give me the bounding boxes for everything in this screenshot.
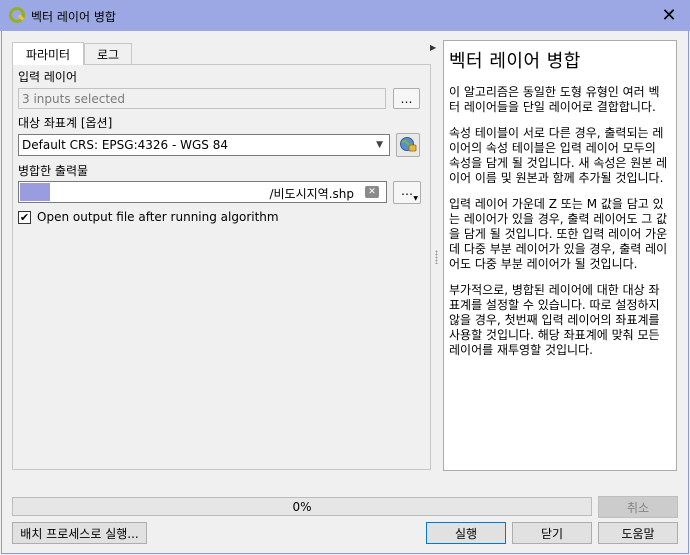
close-button-label: 닫기 [540,526,564,541]
help-title: 벡터 레이어 병합 [449,51,581,72]
run-button-label: 실행 [454,526,478,541]
help-button[interactable]: 도움말 [598,522,678,544]
help-button-label: 도움말 [621,526,655,541]
select-crs-button[interactable] [396,133,420,157]
output-label: 병합한 출력물 [18,164,89,178]
progress-text: 0% [292,499,312,514]
title-bar: 벡터 레이어 병합 ✕ [0,0,690,31]
chevron-down-icon: ▼ [413,195,418,202]
cancel-button[interactable]: 취소 [598,496,678,518]
crs-value: Default CRS: EPSG:4326 - WGS 84 [22,138,228,152]
crs-select[interactable]: Default CRS: EPSG:4326 - WGS 84 ▼ [18,134,390,156]
projection-globe-icon [399,135,417,156]
splitter-handle[interactable] [435,250,438,264]
help-paragraph: 이 알고리즘은 동일한 도형 유형인 여러 벡터 레이어들을 단일 레이어로 결… [449,85,660,114]
input-layers-field[interactable]: 3 inputs selected [18,88,386,109]
close-window-button[interactable]: ✕ [652,1,686,30]
output-path-value: /비도시지역.shp [269,187,354,201]
open-output-label: Open output file after running algorithm [37,210,279,224]
output-browse-button[interactable]: … ▼ [393,181,421,204]
ellipsis-icon: … [400,91,413,106]
close-button[interactable]: 닫기 [512,522,592,544]
input-layers-label: 입력 레이어 [18,70,78,84]
input-layers-value: 3 inputs selected [22,91,126,106]
help-panel: 벡터 레이어 병합 이 알고리즘은 동일한 도형 유형인 여러 벡터 레이어들을… [443,40,677,471]
batch-process-label: 배치 프로세스로 실행... [20,526,139,541]
tab-parameters-label: 파라미터 [25,47,71,62]
help-paragraph: 부가적으로, 병합된 레이어에 대한 대상 좌표계를 설정할 수 있습니다. 따… [449,283,660,357]
window-title: 벡터 레이어 병합 [31,10,116,24]
collapse-arrow-icon[interactable]: ▶ [430,43,436,52]
help-paragraph: 입력 레이어 가운데 Z 또는 M 값을 담고 있는 레이어가 있을 경우, 출… [449,197,668,271]
clear-text-icon[interactable]: ✕ [365,186,379,198]
help-paragraph: 속성 테이블이 서로 다른 경우, 출력되는 레이어의 속성 테이블은 입력 레… [449,126,668,185]
crs-label: 대상 좌표계 [옵션] [18,116,113,130]
tab-log[interactable]: 로그 [84,43,132,65]
output-path-field[interactable]: /비도시지역.shp ✕ [18,181,387,203]
qgis-logo-icon [9,7,26,24]
ellipsis-icon: … [401,183,413,198]
input-layers-browse-button[interactable]: … [393,88,420,109]
batch-process-button[interactable]: 배치 프로세스로 실행... [12,522,147,544]
checkmark-icon: ✔ [19,211,30,224]
close-icon: ✕ [661,5,677,26]
tab-log-label: 로그 [96,48,120,62]
output-text-selection [20,183,50,201]
open-output-checkbox[interactable]: ✔ [18,211,31,224]
tab-parameters[interactable]: 파라미터 [12,42,84,65]
cancel-button-label: 취소 [626,500,650,515]
chevron-down-icon: ▼ [376,140,383,150]
progress-bar: 0% [12,497,592,516]
run-button[interactable]: 실행 [426,522,506,544]
